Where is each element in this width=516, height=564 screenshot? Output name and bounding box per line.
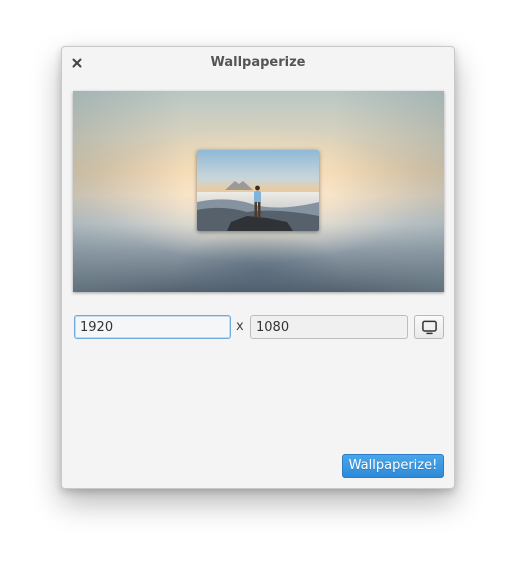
- monitor-icon: [422, 320, 437, 335]
- height-input[interactable]: [250, 315, 408, 339]
- wallpaper-preview: [73, 91, 444, 292]
- title-bar: Wallpaperize: [62, 47, 454, 79]
- width-input[interactable]: [74, 315, 231, 339]
- dimension-separator: x: [236, 319, 244, 334]
- source-image: [197, 150, 319, 231]
- app-window: Wallpaperize 1920 x 1080 Wallpaperize!: [61, 46, 455, 489]
- wallpaperize-button[interactable]: Wallpaperize!: [342, 454, 444, 478]
- resolution-controls: x: [73, 315, 444, 341]
- use-screen-resolution-button[interactable]: [414, 315, 444, 339]
- window-title: Wallpaperize: [210, 55, 306, 70]
